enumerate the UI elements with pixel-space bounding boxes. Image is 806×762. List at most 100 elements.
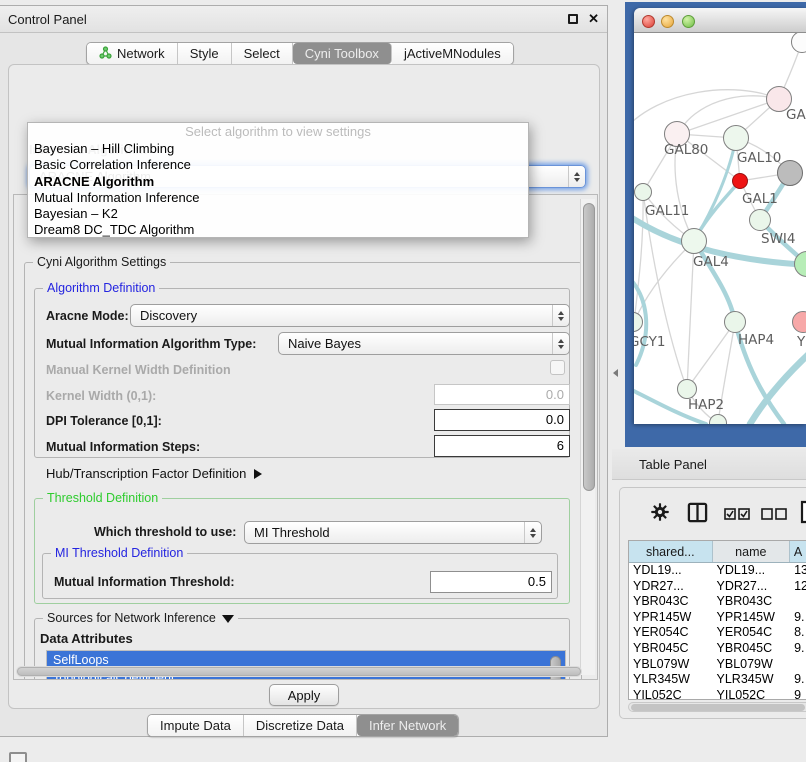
- network-node-gal10[interactable]: [723, 125, 749, 151]
- mi-steps-label: Mutual Information Steps:: [46, 440, 200, 454]
- network-node-hap2[interactable]: [677, 379, 697, 399]
- column-header[interactable]: name: [713, 541, 791, 562]
- apply-button[interactable]: Apply: [269, 684, 339, 706]
- expand-right-icon: [254, 469, 262, 479]
- network-node[interactable]: [777, 160, 803, 186]
- clear-checkboxes-icon[interactable]: [761, 507, 788, 525]
- dpi-tolerance-label: DPI Tolerance [0,1]:: [46, 414, 162, 428]
- node-label: GCY1: [634, 334, 666, 350]
- table-row[interactable]: YIL052CYIL052C9: [629, 688, 806, 700]
- mi-threshold-label: Mutual Information Threshold:: [54, 575, 235, 589]
- cyni-bottom-tabbar: Impute Data Discretize Data Infer Network: [147, 714, 459, 737]
- hub-definition-label: Hub/Transcription Factor Definition: [46, 466, 246, 481]
- gear-icon[interactable]: [650, 502, 670, 527]
- sources-title: Sources for Network Inference: [47, 611, 216, 625]
- new-table-icon[interactable]: [800, 500, 806, 529]
- algorithm-option[interactable]: Bayesian – K2: [28, 206, 528, 222]
- network-node-gal11[interactable]: [634, 183, 652, 201]
- close-window-icon[interactable]: [642, 15, 655, 28]
- column-header[interactable]: A: [790, 541, 806, 562]
- hub-definition-expander[interactable]: Hub/Transcription Factor Definition: [46, 466, 262, 481]
- tab-label: Impute Data: [160, 718, 231, 733]
- table-header-row: shared...nameA: [629, 541, 806, 563]
- group-title: MI Threshold Definition: [51, 546, 187, 560]
- network-view-window: GALGAL80GAL10GAL1GAL11GAL4SWI4GCY1HAP4YH…: [634, 8, 806, 424]
- table-row[interactable]: YLR345WYLR345W9.: [629, 672, 806, 688]
- table-row[interactable]: YBL079WYBL079W: [629, 657, 806, 673]
- tab-label: Cyni Toolbox: [305, 46, 379, 61]
- zoom-window-icon[interactable]: [682, 15, 695, 28]
- mi-algorithm-type-label: Mutual Information Algorithm Type:: [46, 337, 256, 351]
- tab-label: jActiveMNodules: [404, 46, 501, 61]
- split-columns-icon[interactable]: [687, 502, 708, 528]
- node-label: GAL10: [737, 150, 781, 166]
- table-row[interactable]: YDR27...YDR27...12: [629, 579, 806, 595]
- network-node-gal4[interactable]: [681, 228, 707, 254]
- tab-network[interactable]: Network: [87, 43, 178, 64]
- vertical-scrollbar[interactable]: [580, 199, 595, 675]
- node-label: SWI4: [761, 231, 796, 247]
- table-cell: YDR27...: [713, 579, 791, 595]
- which-threshold-combo[interactable]: MI Threshold: [244, 521, 542, 544]
- table-row[interactable]: YBR043CYBR043C: [629, 594, 806, 610]
- node-attribute-table[interactable]: shared...nameA YDL19...YDL19...13YDR27..…: [628, 540, 806, 700]
- float-window-icon[interactable]: [568, 14, 578, 24]
- algorithm-option[interactable]: ARACNE Algorithm: [28, 174, 528, 190]
- table-cell: YDR27...: [629, 579, 713, 595]
- node-label: HAP4: [738, 332, 774, 348]
- tab-discretize-data[interactable]: Discretize Data: [244, 715, 357, 736]
- tab-impute-data[interactable]: Impute Data: [148, 715, 244, 736]
- table-cell: YER054C: [713, 625, 791, 641]
- network-node-hap4[interactable]: [724, 311, 746, 333]
- which-threshold-label: Which threshold to use:: [94, 525, 236, 539]
- network-window-titlebar[interactable]: [634, 8, 806, 33]
- table-horizontal-scrollbar[interactable]: [628, 702, 806, 712]
- mi-threshold-field[interactable]: 0.5: [430, 571, 552, 593]
- aracne-mode-combo[interactable]: Discovery: [130, 304, 570, 327]
- dpi-tolerance-field[interactable]: 0.0: [434, 409, 570, 431]
- group-title: Algorithm Definition: [43, 281, 159, 295]
- manual-kernel-label: Manual Kernel Width Definition: [46, 363, 231, 377]
- mi-algorithm-type-combo[interactable]: Naive Bayes: [278, 332, 570, 355]
- tab-infer-network[interactable]: Infer Network: [357, 715, 458, 736]
- close-panel-icon[interactable]: ✕: [588, 11, 599, 27]
- table-panel-body: shared...nameA YDL19...YDL19...13YDR27..…: [619, 487, 806, 719]
- select-all-checkboxes-icon[interactable]: [724, 507, 751, 525]
- table-row[interactable]: YPR145WYPR145W9.: [629, 610, 806, 626]
- scrollbar-thumb[interactable]: [583, 203, 595, 491]
- scrollbar-thumb[interactable]: [631, 704, 805, 711]
- horizontal-scrollbar[interactable]: [16, 666, 582, 677]
- table-row[interactable]: YBR045CYBR045C9.: [629, 641, 806, 657]
- scrollbar-thumb[interactable]: [17, 667, 581, 676]
- algorithm-option[interactable]: Mutual Information Inference: [28, 190, 528, 206]
- tab-jactivemnodules[interactable]: jActiveMNodules: [392, 43, 513, 64]
- tab-label: Network: [117, 46, 165, 61]
- tab-style[interactable]: Style: [178, 43, 232, 64]
- minimize-window-icon[interactable]: [661, 15, 674, 28]
- tab-select[interactable]: Select: [232, 43, 293, 64]
- which-threshold-value: MI Threshold: [245, 525, 524, 540]
- table-row[interactable]: YER054CYER054C8.: [629, 625, 806, 641]
- column-header[interactable]: shared...: [629, 541, 713, 562]
- table-cell: YIL052C: [629, 688, 713, 700]
- aracne-mode-label: Aracne Mode:: [46, 309, 129, 323]
- application-window: Control Panel ✕ Network StyleSelect Cyni T…: [0, 0, 806, 762]
- algorithm-option[interactable]: Bayesian – Hill Climbing: [28, 141, 528, 157]
- network-node-gal1[interactable]: [732, 173, 748, 189]
- algorithm-option[interactable]: Basic Correlation Inference: [28, 157, 528, 173]
- network-node-swi4[interactable]: [749, 209, 771, 231]
- table-panel: Table Panel shar: [610, 449, 806, 762]
- minimized-panel-icon[interactable]: [9, 752, 27, 762]
- mi-steps-field[interactable]: 6: [434, 435, 570, 457]
- table-row[interactable]: YDL19...YDL19...13: [629, 563, 806, 579]
- network-canvas[interactable]: GALGAL80GAL10GAL1GAL11GAL4SWI4GCY1HAP4YH…: [634, 33, 806, 424]
- control-panel-titlebar: Control Panel ✕: [0, 6, 607, 33]
- splitter-collapse-icon[interactable]: [613, 369, 618, 377]
- table-cell: YPR145W: [629, 610, 713, 626]
- node-label: GAL11: [645, 203, 689, 219]
- tab-cyni-toolbox[interactable]: Cyni Toolbox: [293, 43, 392, 64]
- tab-label: Discretize Data: [256, 718, 344, 733]
- manual-kernel-checkbox[interactable]: [550, 360, 565, 375]
- kernel-width-field[interactable]: 0.0: [434, 384, 570, 405]
- algorithm-option[interactable]: Dream8 DC_TDC Algorithm: [28, 222, 528, 238]
